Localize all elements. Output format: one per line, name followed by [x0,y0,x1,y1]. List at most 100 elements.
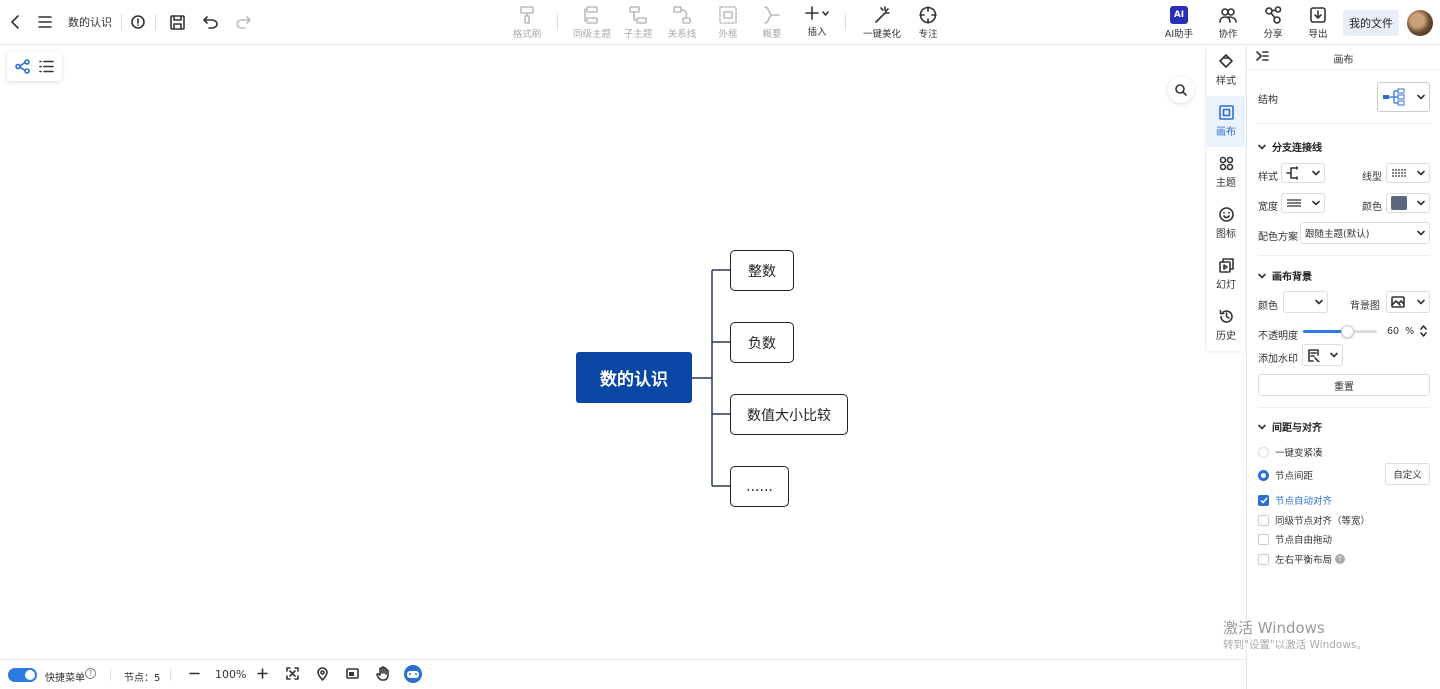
help-icon[interactable]: ? [85,668,96,679]
chevron-down-icon [1417,200,1425,206]
panel-title: 画布 [1333,55,1354,66]
topic-node[interactable]: 整数 [730,250,794,291]
tab-canvas[interactable]: 画布 [1207,96,1245,147]
zoom-level[interactable]: 100% [215,668,246,681]
opacity-label: 不透明度 [1258,331,1298,342]
tab-history[interactable]: 历史 [1207,300,1245,351]
balance-layout-checkbox[interactable]: 左右平衡布局 ? [1258,552,1346,566]
quick-menu-label: 快捷菜单 [45,673,85,684]
color-scheme-label: 配色方案 [1258,232,1298,243]
background-color-label: 颜色 [1258,301,1278,312]
divider [1258,123,1430,124]
chevron-down-icon [1417,299,1425,305]
my-files-button[interactable]: 我的文件 [1343,10,1399,36]
tab-label: 图标 [1216,229,1236,240]
free-drag-checkbox[interactable]: 节点自由拖动 [1258,532,1332,546]
avatar[interactable] [1407,10,1433,36]
line-width-dropdown[interactable] [1281,193,1325,213]
help-icon[interactable]: ? [1335,554,1346,564]
color-swatch [1391,196,1407,210]
opacity-value: 60 [1387,326,1400,337]
topic-node[interactable]: ...... [730,466,789,507]
canvas-icon [1218,105,1234,120]
zoom-out-icon[interactable] [188,667,201,680]
tool-label: 分享 [1263,29,1283,40]
root-topic[interactable]: 数的认识 [576,352,692,403]
line-color-label: 颜色 [1362,202,1382,213]
tool-label: 协作 [1218,29,1238,40]
tab-style[interactable]: 样式 [1207,45,1245,96]
line-type-dropdown[interactable] [1386,163,1430,183]
section-label: 间距与对齐 [1272,423,1322,434]
checkbox[interactable] [1258,494,1269,506]
spacing-section-title[interactable]: 间距与对齐 [1258,419,1322,434]
style-icon [1218,54,1233,68]
panel-header: 画布 [1247,45,1440,70]
users-icon [1219,8,1237,23]
radio-button[interactable] [1258,446,1269,458]
tab-label: 样式 [1216,76,1236,87]
custom-spacing-button[interactable]: 自定义 [1385,463,1430,485]
radio-button[interactable] [1258,469,1269,481]
share-icon [1265,6,1282,24]
checkbox[interactable] [1258,553,1269,565]
locate-icon[interactable] [316,667,329,681]
watermark-dropdown[interactable] [1302,344,1343,366]
background-color-dropdown[interactable] [1283,291,1328,313]
watermark-icon [1308,348,1320,362]
quick-menu-toggle[interactable] [8,668,37,682]
minimap-icon[interactable] [346,667,359,680]
structure-dropdown[interactable] [1377,82,1430,112]
robot-assistant-icon[interactable] [404,665,422,683]
dashed-line-icon [1392,169,1406,177]
sibling-align-checkbox[interactable]: 同级节点对齐（等宽） [1258,513,1370,527]
branch-style-label: 样式 [1258,172,1278,183]
structure-icon [1383,88,1405,106]
opacity-slider-handle[interactable] [1341,325,1355,338]
share-button[interactable]: 分享 [1253,6,1293,40]
chevron-down-icon [1258,424,1266,429]
export-button[interactable]: 导出 [1298,6,1338,40]
zoom-in-icon[interactable] [256,667,269,680]
tab-slides[interactable]: 幻灯 [1207,249,1245,300]
auto-align-checkbox[interactable]: 节点自动对齐 [1258,493,1332,507]
fit-screen-icon[interactable] [286,667,299,680]
divider [110,669,111,681]
background-image-dropdown[interactable] [1386,291,1430,313]
topic-node[interactable]: 负数 [730,322,794,363]
tab-icons[interactable]: 图标 [1207,198,1245,249]
windows-activation-title: 激活 Windows [1223,619,1325,637]
topic-node[interactable]: 数值大小比较 [730,394,848,435]
opacity-input[interactable]: 60 % [1387,326,1414,337]
divider [170,669,171,681]
status-bar: 快捷菜单 ? 节点：5 100% [0,659,1246,689]
hand-tool-icon[interactable] [376,666,390,681]
search-button[interactable] [1168,77,1194,103]
tab-theme[interactable]: 主题 [1207,147,1245,198]
color-scheme-value: 跟随主题(默认) [1305,229,1370,240]
checkbox[interactable] [1258,533,1269,545]
chevron-down-icon [1258,273,1266,278]
image-icon [1391,296,1405,308]
line-color-dropdown[interactable] [1386,193,1430,213]
chevron-down-icon [1417,94,1425,100]
opacity-slider[interactable] [1303,325,1377,338]
line-width-icon [1287,199,1301,207]
option-label: 节点间距 [1275,471,1314,482]
windows-activation-subtitle: 转到"设置"以激活 Windows。 [1223,639,1367,651]
branch-style-dropdown[interactable] [1281,163,1325,183]
tab-label: 幻灯 [1216,280,1236,291]
background-section-title[interactable]: 画布背景 [1258,268,1312,283]
chevron-down-icon [1330,352,1338,358]
reset-button[interactable]: 重置 [1258,374,1430,396]
line-type-label: 线型 [1362,172,1382,183]
node-spacing-radio[interactable]: 节点间距 [1258,468,1313,482]
stepper-icon[interactable] [1420,324,1427,338]
compact-radio[interactable]: 一键变紧凑 [1258,445,1323,459]
checkbox[interactable] [1258,514,1269,526]
line-width-label: 宽度 [1258,202,1278,213]
collaborate-button[interactable]: 协作 [1208,6,1248,40]
color-scheme-dropdown[interactable]: 跟随主题(默认) [1300,222,1430,244]
export-icon [1310,7,1326,23]
branch-section-title[interactable]: 分支连接线 [1258,139,1322,154]
